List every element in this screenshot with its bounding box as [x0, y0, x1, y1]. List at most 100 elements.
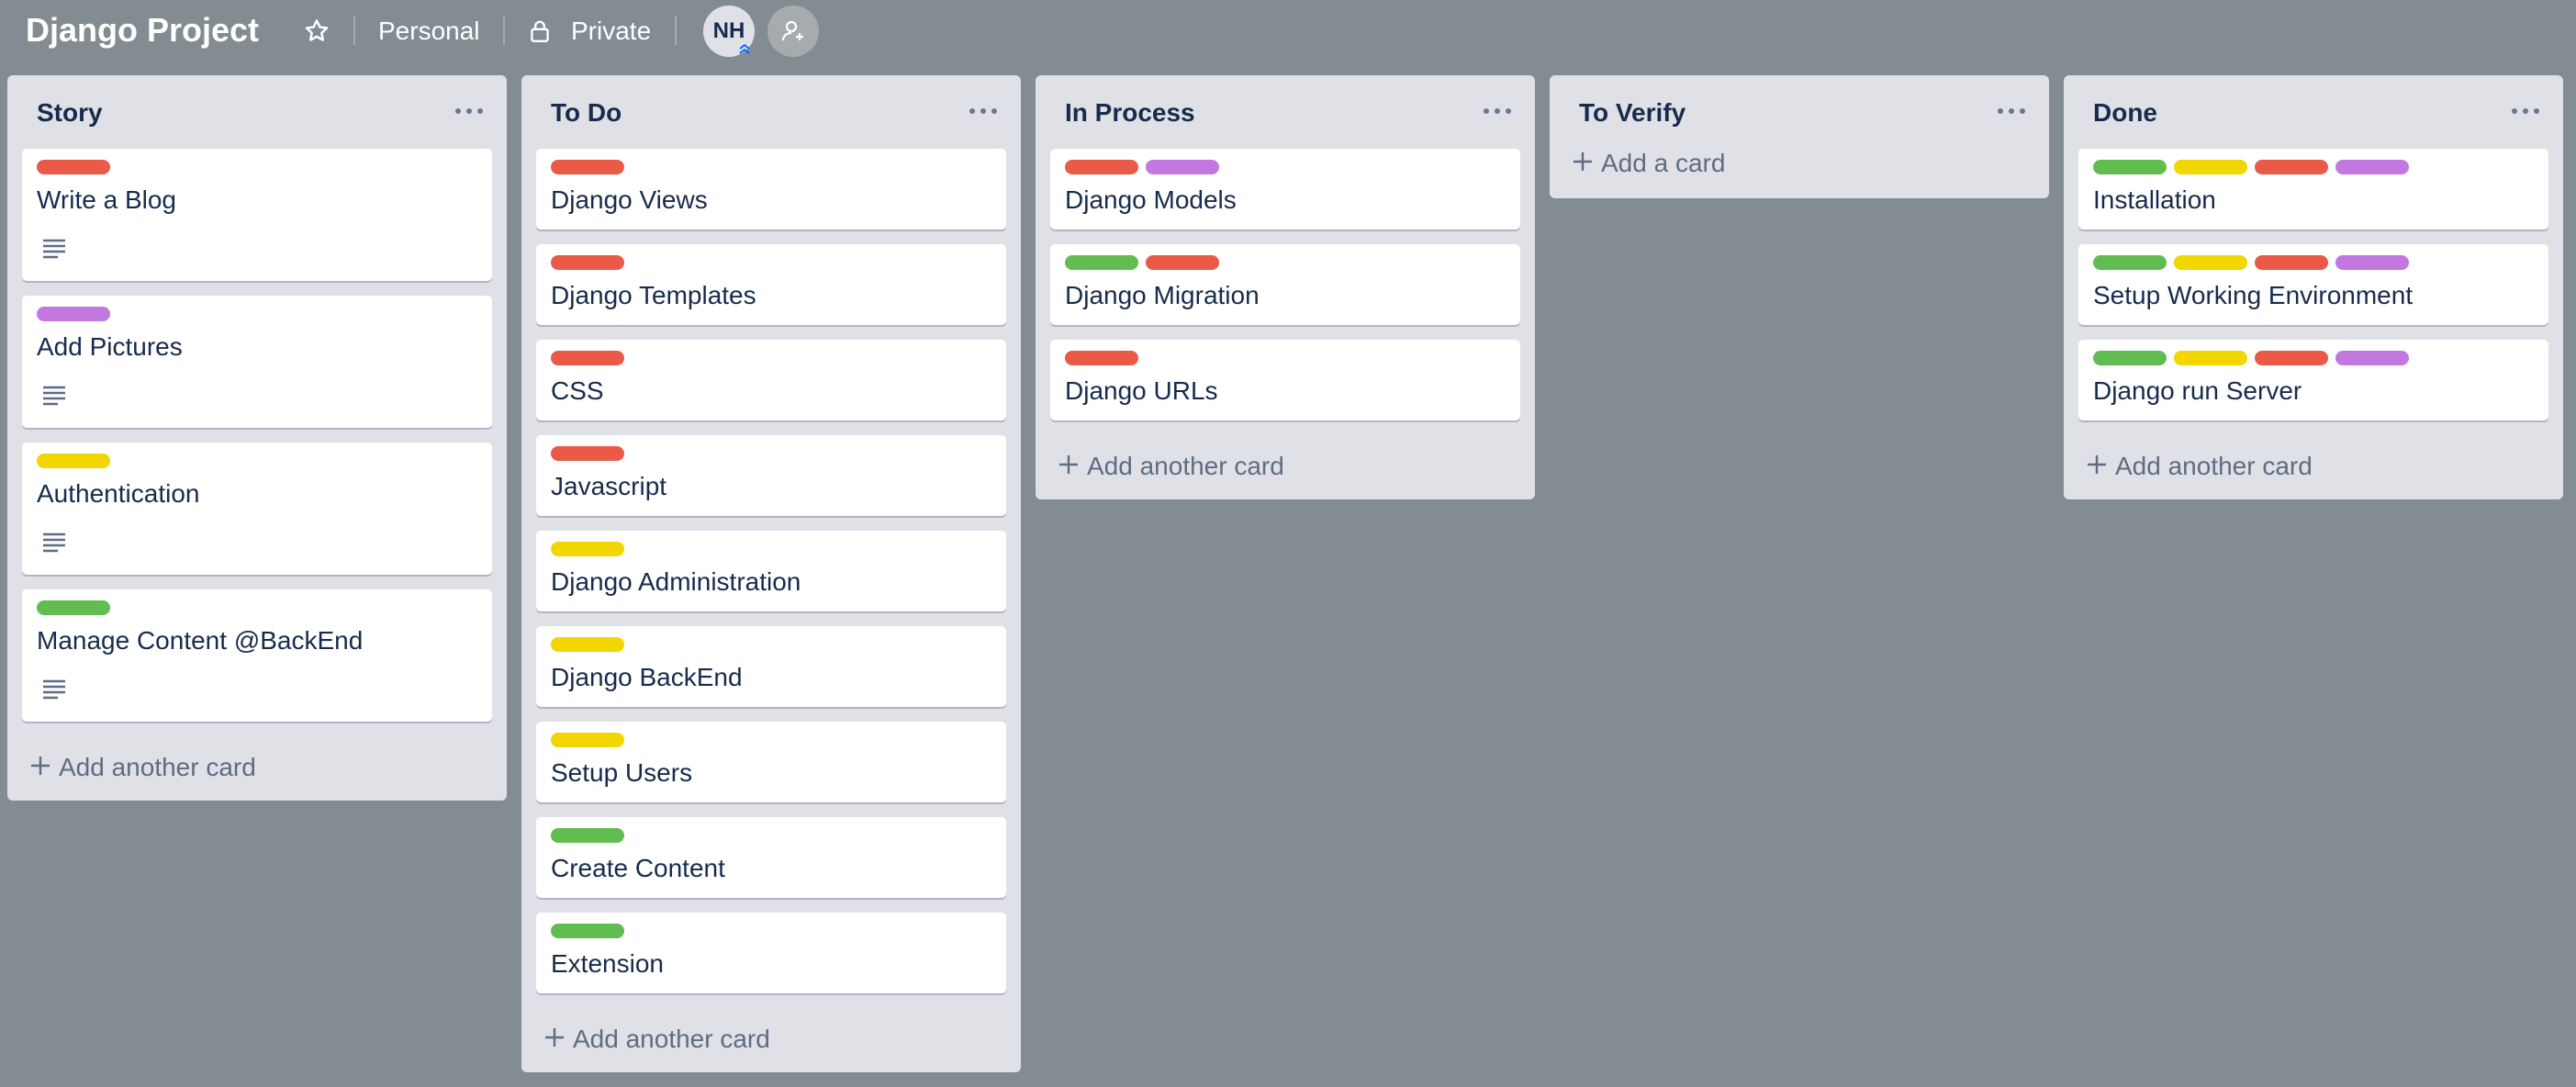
- label-red: [1065, 160, 1138, 174]
- description-icon: [43, 532, 65, 553]
- card-title: Django Migration: [1065, 281, 1260, 309]
- add-member-icon: [781, 20, 803, 41]
- card[interactable]: Setup Users: [536, 722, 1006, 802]
- ellipsis-icon[interactable]: [1482, 99, 1513, 123]
- lock-icon: [531, 20, 549, 42]
- card-labels: [551, 160, 632, 174]
- list-header: To Verify: [1550, 75, 2049, 140]
- card[interactable]: Installation: [2078, 149, 2548, 230]
- card-title: Setup Users: [551, 758, 693, 787]
- label-yellow: [2174, 160, 2247, 174]
- description-icon: [43, 239, 65, 259]
- add-card-label: Add a card: [1601, 149, 1726, 177]
- avatar-initials: NH: [712, 18, 745, 43]
- card[interactable]: Django Migration: [1050, 244, 1520, 325]
- ellipsis-icon[interactable]: [2510, 99, 2541, 123]
- label-yellow: [37, 454, 110, 468]
- card[interactable]: Extension: [536, 913, 1006, 993]
- card-title: Django Views: [551, 185, 708, 214]
- plus-icon: [545, 1028, 564, 1047]
- card-title: Setup Working Environment: [2093, 281, 2414, 309]
- list-header: Story: [7, 75, 507, 149]
- card-labels: [551, 255, 632, 270]
- card-title: Django run Server: [2093, 376, 2302, 405]
- list-to-do: To Do Django Views Django Templates CSS: [521, 75, 1021, 1072]
- ellipsis-icon[interactable]: [1996, 99, 2027, 123]
- card-labels: [2093, 255, 2416, 270]
- label-red: [1146, 255, 1219, 270]
- card-title: Installation: [2093, 185, 2216, 214]
- card[interactable]: CSS: [536, 340, 1006, 420]
- card-labels: [551, 446, 632, 461]
- card[interactable]: Add Pictures: [22, 296, 492, 428]
- add-card-button[interactable]: Add another card: [7, 736, 507, 801]
- board-title[interactable]: Django Project: [26, 9, 259, 51]
- list-title[interactable]: To Do: [551, 97, 622, 129]
- card-title: CSS: [551, 376, 604, 405]
- add-card-button[interactable]: Add a card: [1550, 140, 2049, 198]
- label-green: [551, 828, 624, 843]
- list-title[interactable]: In Process: [1065, 97, 1195, 129]
- list-story: Story Write a Blog Add Pictures Authenti…: [7, 75, 507, 801]
- label-red: [2255, 351, 2328, 365]
- card[interactable]: Django Templates: [536, 244, 1006, 325]
- card[interactable]: Django Models: [1050, 149, 1520, 230]
- card-title: Authentication: [37, 479, 200, 508]
- ellipsis-icon[interactable]: [968, 99, 999, 123]
- label-green: [551, 924, 624, 938]
- add-card-button[interactable]: Add another card: [2064, 435, 2563, 499]
- card-title: Write a Blog: [37, 185, 176, 214]
- label-red: [2255, 255, 2328, 270]
- list-title[interactable]: To Verify: [1579, 97, 1686, 129]
- card-labels: [551, 733, 632, 747]
- label-green: [1065, 255, 1138, 270]
- card[interactable]: Create Content: [536, 817, 1006, 898]
- card-list: Installation Setup Working Environment D…: [2064, 149, 2563, 420]
- card[interactable]: Django Views: [536, 149, 1006, 230]
- card-labels: [37, 600, 118, 615]
- card-labels: [551, 637, 632, 652]
- list-title[interactable]: Done: [2093, 97, 2157, 129]
- add-card-label: Add another card: [59, 753, 256, 781]
- card-title: Django URLs: [1065, 376, 1218, 405]
- add-card-button[interactable]: Add another card: [1036, 435, 1535, 499]
- plus-icon: [1059, 455, 1078, 474]
- card-labels: [551, 351, 632, 365]
- card[interactable]: Django run Server: [2078, 340, 2548, 420]
- card[interactable]: Django URLs: [1050, 340, 1520, 420]
- privacy-button[interactable]: Private: [571, 13, 651, 50]
- card-title: Django BackEnd: [551, 663, 743, 691]
- label-yellow: [551, 637, 624, 652]
- plus-icon: [31, 756, 50, 775]
- ellipsis-icon[interactable]: [454, 99, 485, 123]
- board-header: Django Project Personal Private NH: [0, 0, 2576, 62]
- list-header: To Do: [521, 75, 1021, 149]
- card-list: Write a Blog Add Pictures Authentication: [7, 149, 507, 722]
- list-title[interactable]: Story: [37, 97, 103, 129]
- avatar[interactable]: NH: [703, 6, 755, 57]
- card[interactable]: Setup Working Environment: [2078, 244, 2548, 325]
- team-visibility-button[interactable]: Personal: [378, 13, 480, 50]
- label-yellow: [2174, 255, 2247, 270]
- card-labels: [2093, 351, 2416, 365]
- star-icon[interactable]: [303, 17, 330, 45]
- card-list: Django Views Django Templates CSS Javasc…: [521, 149, 1021, 993]
- label-yellow: [2174, 351, 2247, 365]
- description-icon: [43, 386, 65, 406]
- card[interactable]: Manage Content @BackEnd: [22, 589, 492, 722]
- label-red: [37, 160, 110, 174]
- list-header: In Process: [1036, 75, 1535, 149]
- add-card-label: Add another card: [1087, 452, 1284, 480]
- card[interactable]: Authentication: [22, 443, 492, 575]
- label-yellow: [551, 542, 624, 556]
- add-card-button[interactable]: Add another card: [521, 1008, 1021, 1072]
- card[interactable]: Django Administration: [536, 531, 1006, 611]
- add-member-button[interactable]: [767, 6, 819, 57]
- label-purple: [2335, 351, 2409, 365]
- list-to-verify: To Verify Add a card: [1550, 75, 2049, 198]
- card[interactable]: Write a Blog: [22, 149, 492, 281]
- card-labels: [37, 160, 118, 174]
- card[interactable]: Javascript: [536, 435, 1006, 516]
- list-header: Done: [2064, 75, 2563, 149]
- card[interactable]: Django BackEnd: [536, 626, 1006, 707]
